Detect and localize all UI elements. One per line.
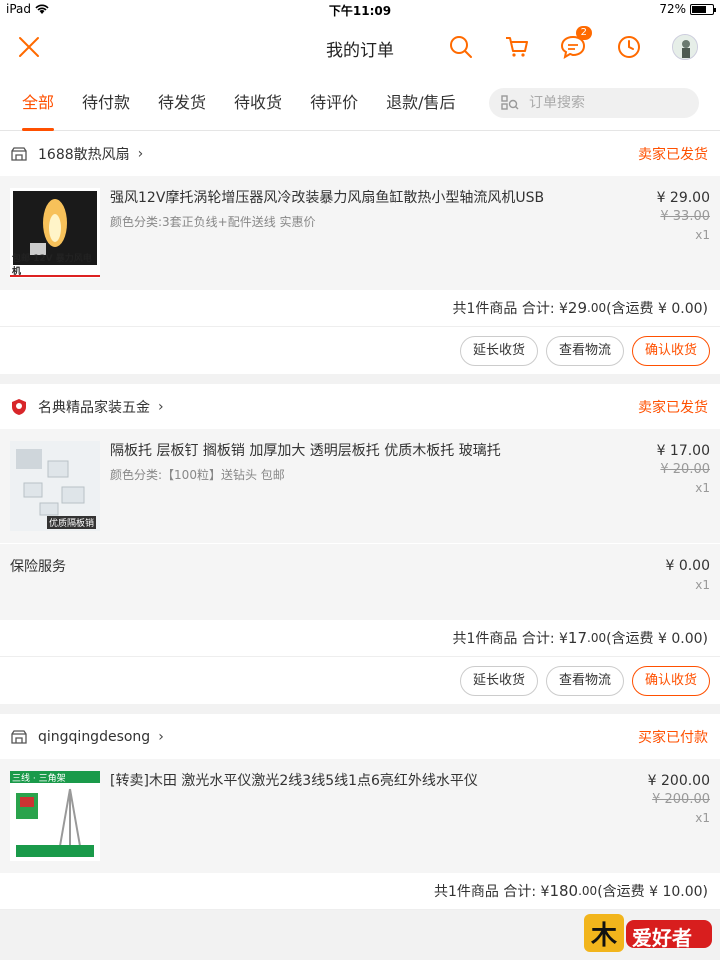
chevron-right-icon[interactable]: › [158,729,164,745]
watermark-logo: 木 爱好者 [584,910,714,956]
store-icon [10,145,28,163]
order-search[interactable] [489,88,699,118]
chevron-right-icon[interactable]: › [138,146,144,162]
order-summary: 共1件商品 合计: ¥ 17.00 (含运费 ¥ 0.00) [0,620,720,657]
product-spec: 颜色分类:【100粒】送钻头 包邮 [110,468,285,482]
summary-label: 共1件商品 合计: ¥ [434,884,550,900]
search-icon [450,36,472,58]
chevron-right-icon[interactable]: › [158,399,164,415]
battery-fill [692,5,706,13]
order-actions: 延长收货 查看物流 确认收货 [0,327,720,374]
order-card: qingqingdesong › 买家已付款 三线 · 三角架 [转卖]木田 激… [0,714,720,910]
thumbnail-caption: 包邮 12V 暴力风电机 [12,254,92,277]
navbar: 我的订单 2 [0,20,720,74]
order-card: 1688散热风扇 › 卖家已发货 包邮 12V 暴力风电机 强风12V摩托涡轮增… [0,131,720,374]
product-thumbnail[interactable]: 包邮 12V 暴力风电机 [10,188,100,278]
shop-name[interactable]: qingqingdesong [38,729,150,745]
confirm-receipt-button[interactable]: 确认收货 [631,665,710,696]
product-original-price: ¥ 20.00 [660,462,710,477]
summary-total-decimal: .00 [587,301,607,315]
product-original-price: ¥ 33.00 [660,209,710,224]
shop-badge-icon [10,398,28,416]
search-list-icon [501,95,519,110]
product-thumbnail[interactable]: 优质隔板销 [10,441,100,531]
summary-shipping: (含运费 ¥ 0.00) [606,301,708,317]
tab-pending-receipt[interactable]: 待收货 [226,74,290,131]
product-name: 强风12V摩托涡轮增压器风冷改装暴力风扇鱼缸散热小型轴流风机USB [110,190,545,206]
tab-pending-review[interactable]: 待评价 [302,74,366,131]
order-tabs: 全部 待付款 待发货 待收货 待评价 退款/售后 [0,74,720,131]
watermark-text: 爱好者 [632,926,692,950]
order-item[interactable]: 优质隔板销 隔板托 层板钉 搁板销 加厚加大 透明层板托 优质木板托 玻璃托 颜… [0,429,720,543]
extend-receipt-button[interactable]: 延长收货 [459,665,538,696]
message-count-badge: 2 [575,26,592,40]
status-time: 下午11:09 [328,4,392,18]
product-name: [转卖]木田 激光水平仪激光2线3线5线1点6亮红外线水平仪 [110,773,478,789]
tab-all[interactable]: 全部 [14,74,62,131]
order-status: 买家已付款 [638,729,708,746]
status-bar: iPad 下午11:09 72% [0,0,720,20]
messages-button[interactable]: 2 [556,26,592,62]
order-card: 名典精品家装五金 › 卖家已发货 优质隔板销 隔板托 层板钉 搁板销 加厚加大 … [0,384,720,704]
view-logistics-button[interactable]: 查看物流 [545,335,624,366]
extend-receipt-button[interactable]: 延长收货 [459,335,538,366]
summary-total: 180 [549,882,579,900]
thumbnail-caption: 优质隔板销 [46,516,96,529]
clock-icon [618,36,640,58]
order-item[interactable]: 包邮 12V 暴力风电机 强风12V摩托涡轮增压器风冷改装暴力风扇鱼缸散热小型轴… [0,176,720,290]
battery-percent: 72% [659,2,686,16]
insurance-label: 保险服务 [10,559,66,575]
summary-total: 17 [567,629,587,647]
confirm-receipt-button[interactable]: 确认收货 [631,335,710,366]
order-status: 卖家已发货 [638,399,708,416]
search-input[interactable] [529,95,679,111]
product-name: 隔板托 层板钉 搁板销 加厚加大 透明层板托 优质木板托 玻璃托 [110,443,501,459]
tab-pending-shipment[interactable]: 待发货 [150,74,214,131]
order-summary: 共1件商品 合计: ¥ 180.00 (含运费 ¥ 10.00) [0,873,720,910]
search-button[interactable] [444,32,478,62]
product-price: ¥ 29.00 [656,190,710,206]
avatar [672,34,698,60]
tab-refund[interactable]: 退款/售后 [378,74,463,131]
product-spec: 颜色分类:3套正负线+配件送线 实惠价 [110,215,316,229]
shop-name[interactable]: 1688散热风扇 [38,144,130,164]
order-status: 卖家已发货 [638,146,708,163]
summary-total-decimal: .00 [578,884,598,898]
insurance-service[interactable]: 保险服务 ¥ 0.00 x1 [0,544,720,620]
order-item[interactable]: 三线 · 三角架 [转卖]木田 激光水平仪激光2线3线5线1点6亮红外线水平仪 … [0,759,720,873]
order-actions: 延长收货 查看物流 确认收货 [0,657,720,704]
battery-icon [690,3,716,15]
product-price: ¥ 17.00 [656,443,710,459]
product-quantity: x1 [695,481,710,495]
summary-label: 共1件商品 合计: ¥ [452,631,568,647]
summary-shipping: (含运费 ¥ 10.00) [597,884,708,900]
tab-pending-payment[interactable]: 待付款 [74,74,138,131]
product-quantity: x1 [695,811,710,825]
product-price: ¥ 200.00 [647,773,710,789]
profile-button[interactable] [668,32,702,62]
product-thumbnail[interactable]: 三线 · 三角架 [10,771,100,861]
product-quantity: x1 [695,228,710,242]
history-button[interactable] [612,32,646,62]
insurance-quantity: x1 [695,578,710,592]
insurance-price: ¥ 0.00 [665,558,710,574]
shop-name[interactable]: 名典精品家装五金 [38,397,150,417]
view-logistics-button[interactable]: 查看物流 [545,665,624,696]
summary-label: 共1件商品 合计: ¥ [452,301,568,317]
summary-total-decimal: .00 [587,631,607,645]
store-icon [10,728,28,746]
summary-total: 29 [567,299,587,317]
summary-shipping: (含运费 ¥ 0.00) [606,631,708,647]
order-summary: 共1件商品 合计: ¥ 29.00 (含运费 ¥ 0.00) [0,290,720,327]
cart-button[interactable] [500,32,534,62]
product-original-price: ¥ 200.00 [652,792,710,807]
thumbnail-caption: 三线 · 三角架 [12,774,66,784]
svg-text:木: 木 [590,921,617,951]
cart-icon [506,37,528,57]
